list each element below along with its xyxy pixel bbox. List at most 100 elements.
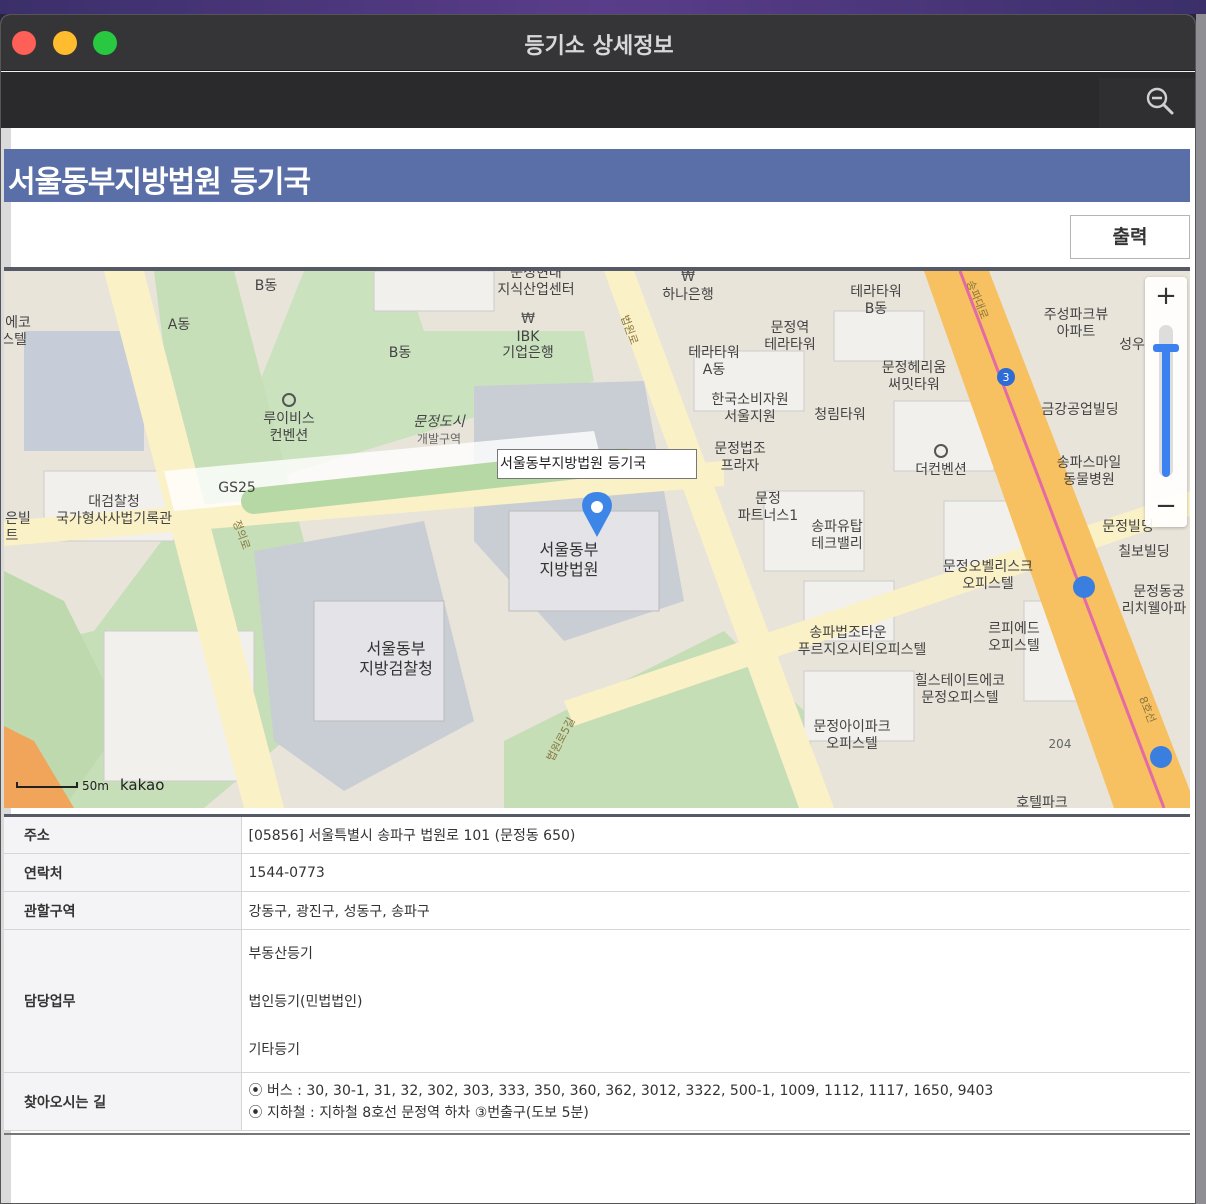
map-label: 지방검찰청 — [359, 659, 433, 678]
map-label: 호텔파크 — [1016, 795, 1068, 808]
map-label: 청림타워 — [814, 407, 866, 423]
map-zoom-handle[interactable] — [1153, 344, 1179, 352]
bus-stop-icon[interactable] — [1073, 576, 1095, 598]
map-label: 힐스테이트에코 — [915, 673, 1005, 689]
row-label: 연락처 — [4, 853, 242, 892]
map-label: 루이비스 — [263, 411, 315, 427]
map-label: 송파유탑 — [811, 519, 863, 535]
window-title: 등기소 상세정보 — [524, 34, 674, 59]
table-row: 찾아오시는 길 ⦿ 버스 : 30, 30-1, 31, 32, 302, 30… — [4, 1072, 1190, 1131]
duties-value: 부동산등기 법인등기(민법법인) 기타등기 — [241, 929, 1190, 1073]
map-zoom-level-fill — [1162, 348, 1170, 477]
background-window-edge — [1196, 14, 1206, 1204]
map-label: 서울지원 — [724, 409, 776, 425]
scale-label: 50m — [82, 779, 109, 793]
map-label: 테라타워 — [688, 345, 740, 361]
map-label: 오피스텔 — [962, 576, 1014, 592]
map-label: 파트너스1 — [738, 508, 798, 524]
contact-value: 1544-0773 — [241, 853, 1190, 892]
map-label: 송파스마일 — [1057, 455, 1121, 471]
map-label: 문정오피스텔 — [921, 690, 998, 706]
map-label: 주성파크뷰 — [1044, 307, 1109, 323]
map-label: 문정오벨리스크 — [943, 559, 1033, 575]
map-label: 오피스텔 — [988, 638, 1040, 654]
location-pin-dot — [591, 501, 603, 513]
desktop-background — [0, 0, 1206, 14]
map-label: 문정아이파크 — [813, 719, 890, 735]
map-label: 아파트 — [1057, 324, 1096, 340]
scale-bar — [16, 782, 78, 788]
map[interactable]: B동 A동 B동 문정현대 지식산업센터 하나은행 IBK 기업은행 테라타워 … — [4, 267, 1190, 808]
table-row: 관할구역 강동구, 광진구, 성동구, 송파구 — [4, 891, 1190, 930]
row-label: 담당업무 — [4, 929, 242, 1073]
map-label: 지식산업센터 — [497, 282, 574, 298]
duty-item: 부동산등기 — [248, 946, 313, 962]
map-label: 문정헤리움 — [882, 360, 947, 376]
map-label: 하나은행 — [662, 287, 714, 303]
bank-won-icon: ₩ — [521, 311, 535, 327]
duty-item: 기타등기 — [248, 1042, 301, 1058]
map-label: 송파법조타운 — [809, 625, 886, 641]
title-banner: 서울동부지방법원 등기국 — [4, 149, 1190, 202]
table-row: 연락처 1544-0773 — [4, 853, 1190, 892]
map-label: 테라타워 — [764, 337, 816, 353]
map-label: 동물병원 — [1063, 472, 1115, 488]
map-label: 오피스텔 — [826, 736, 878, 752]
map-label: 한국소비자원 — [711, 392, 788, 408]
map-label: B동 — [865, 301, 888, 317]
route-number: 3 — [1003, 371, 1010, 384]
map-zoom-in-button[interactable]: + — [1145, 277, 1187, 317]
row-label: 관할구역 — [4, 891, 242, 930]
map-label: 지방법원 — [540, 560, 599, 579]
marker-infowindow: 서울동부지방법원 등기국 — [497, 449, 697, 479]
map-label: 에코 — [5, 315, 31, 331]
page-content: 서울동부지방법원 등기국 출력 B동 A동 B동 문정현대 지식산업센터 하나은… — [1, 128, 1195, 1203]
bank-won-icon: ₩ — [681, 271, 695, 285]
map-label: 스텔 — [4, 332, 27, 348]
map-label: 은빌 — [5, 511, 31, 527]
map-label: 더컨벤션 — [915, 462, 967, 478]
map-label: 문정 — [755, 491, 781, 507]
map-label: 서울동부 — [540, 540, 599, 559]
bus-stop-icon[interactable] — [1150, 746, 1172, 768]
map-label: 테크밸리 — [811, 536, 863, 552]
map-label: 문정동궁 — [1133, 584, 1185, 600]
map-zoom-out-button[interactable]: − — [1145, 487, 1187, 527]
map-label: 국가형사사법기록관 — [56, 511, 172, 527]
jurisdiction-value: 강동구, 광진구, 성동구, 송파구 — [241, 891, 1190, 930]
map-label: 써밋타워 — [888, 377, 940, 393]
table-bottom-rule — [4, 1133, 1190, 1135]
map-label: IBK — [517, 329, 541, 345]
map-label: 푸르지오시티오피스텔 — [798, 642, 927, 658]
print-button[interactable]: 출력 — [1070, 215, 1190, 259]
map-label: B동 — [389, 345, 412, 361]
magnifier-minus-icon[interactable] — [1145, 86, 1175, 116]
map-label: 문정법조 — [714, 441, 766, 457]
map-label: GS25 — [218, 480, 256, 496]
table-row: 담당업무 부동산등기 법인등기(민법법인) 기타등기 — [4, 929, 1190, 1073]
toolbar — [1, 72, 1195, 128]
map-label: 대검찰청 — [88, 494, 140, 510]
map-label: 칠보빌딩 — [1118, 544, 1170, 560]
map-label: 컨벤션 — [270, 428, 309, 444]
map-label: 르피에드 — [988, 621, 1040, 637]
map-label: 프라자 — [721, 458, 760, 474]
app-window: 등기소 상세정보 서울동부지방법원 등기국 출력 B동 A동 B동 문정현대 지… — [0, 14, 1196, 1204]
map-label: B동 — [255, 278, 278, 294]
subway-directions: ⦿ 지하철 : 지하철 8호선 문정역 하차 ③번출구(도보 5분) — [248, 1104, 589, 1121]
map-label: 기업은행 — [502, 345, 554, 361]
address-value: [05856] 서울특별시 송파구 법원로 101 (문정동 650) — [241, 815, 1190, 854]
map-label: 서울동부 — [367, 639, 426, 658]
title-bar: 등기소 상세정보 — [1, 15, 1195, 71]
map-label: A동 — [168, 317, 191, 333]
map-label: 204 — [1049, 737, 1072, 751]
map-label: 문정도시 — [413, 414, 466, 430]
map-label: 트 — [6, 528, 19, 544]
table-row: 주소 [05856] 서울특별시 송파구 법원로 101 (문정동 650) — [4, 815, 1190, 854]
map-label: 리치웰아파 — [1122, 601, 1187, 617]
map-brand-logo: kakao — [120, 776, 165, 794]
bus-directions: ⦿ 버스 : 30, 30-1, 31, 32, 302, 303, 333, … — [248, 1082, 994, 1099]
map-label: 테라타워 — [850, 284, 902, 300]
map-label: 문정역 — [771, 320, 810, 336]
map-label: 금강공업빌딩 — [1041, 402, 1118, 418]
